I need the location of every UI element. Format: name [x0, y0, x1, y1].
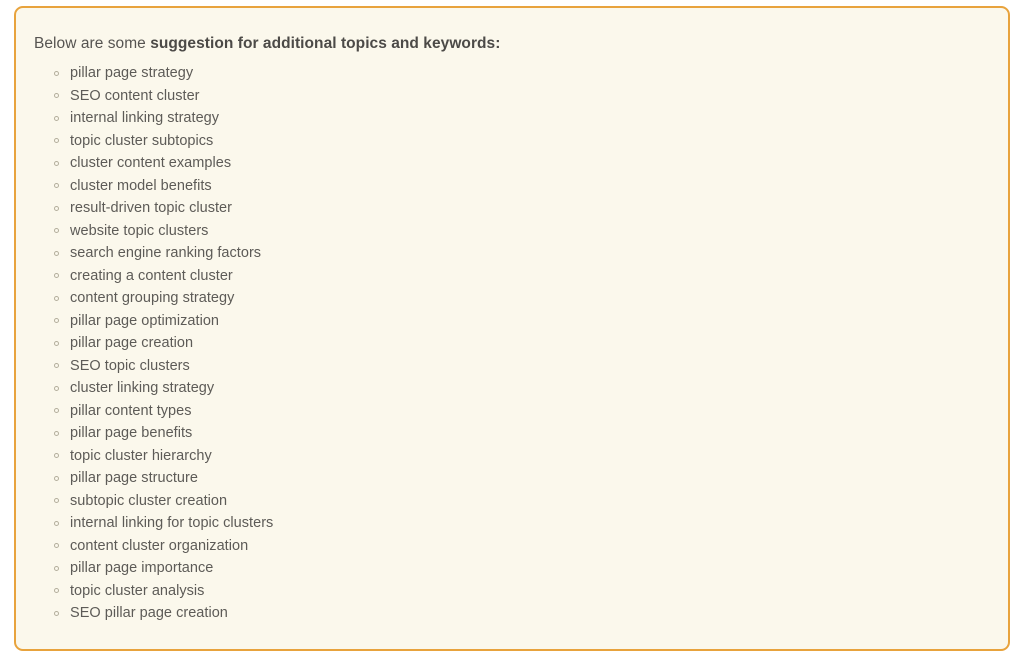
- keyword-list-item: pillar page importance: [54, 557, 1008, 580]
- keyword-list-item-label: pillar page creation: [70, 335, 194, 351]
- keyword-list-item: pillar content types: [54, 400, 1008, 423]
- keyword-list-item-label: website topic clusters: [70, 222, 209, 239]
- keyword-list-item: pillar page optimization: [54, 310, 1008, 333]
- keyword-list-item: content grouping strategy: [54, 287, 1008, 310]
- keyword-list-item-label: pillar page benefits: [70, 425, 193, 441]
- hollow-circle-bullet-icon: [54, 70, 59, 76]
- keyword-list-item-label: SEO pillar page creation: [70, 605, 228, 621]
- hollow-circle-bullet-icon: [54, 160, 59, 166]
- hollow-circle-bullet-icon: [54, 205, 59, 211]
- keyword-list-item: pillar page strategy: [54, 62, 1008, 85]
- keyword-list-item: cluster model benefits: [54, 175, 1008, 198]
- keyword-list-item-label: cluster linking strategy: [70, 380, 215, 396]
- keyword-list-item: topic cluster subtopics: [54, 130, 1008, 153]
- hollow-circle-bullet-icon: [54, 385, 59, 391]
- keyword-list-item-label: search engine ranking factors: [70, 245, 262, 261]
- keyword-suggestion-list: pillar page strategy SEO content cluster i…: [34, 62, 1008, 625]
- hollow-circle-bullet-icon: [54, 610, 59, 616]
- keyword-list-item-label: creating a content cluster: [70, 267, 233, 284]
- hollow-circle-bullet-icon: [54, 228, 59, 233]
- keyword-list-item: internal linking strategy: [54, 107, 1008, 130]
- hollow-circle-bullet-icon: [54, 340, 59, 346]
- keyword-list-item: SEO pillar page creation: [54, 602, 1008, 625]
- keyword-list-item: topic cluster hierarchy: [54, 445, 1008, 468]
- keyword-list-item-label: pillar page structure: [70, 470, 198, 486]
- keyword-list-item: cluster content examples: [54, 152, 1008, 175]
- hollow-circle-bullet-icon: [54, 273, 59, 278]
- keyword-list-item: result-driven topic cluster: [54, 197, 1008, 220]
- hollow-circle-bullet-icon: [54, 475, 59, 481]
- keyword-list-item-label: cluster model benefits: [70, 177, 212, 194]
- hollow-circle-bullet-icon: [54, 295, 59, 301]
- keyword-list-item: SEO topic clusters: [54, 355, 1008, 378]
- keyword-list-item-label: content grouping strategy: [70, 290, 235, 306]
- hollow-circle-bullet-icon: [54, 430, 59, 436]
- keyword-list-item: topic cluster analysis: [54, 580, 1008, 603]
- hollow-circle-bullet-icon: [54, 183, 59, 188]
- hollow-circle-bullet-icon: [54, 498, 59, 503]
- keyword-list-item-label: pillar page importance: [70, 560, 214, 576]
- hollow-circle-bullet-icon: [54, 408, 59, 413]
- keyword-list-item-label: topic cluster hierarchy: [70, 447, 212, 464]
- keyword-list-item-label: internal linking strategy: [70, 110, 220, 126]
- keyword-list-item: creating a content cluster: [54, 265, 1008, 288]
- keyword-list-item: internal linking for topic clusters: [54, 512, 1008, 535]
- hollow-circle-bullet-icon: [54, 138, 59, 143]
- suggestion-card-body: Below are some suggestion for additional…: [16, 8, 1008, 625]
- keyword-list-item-label: content cluster organization: [70, 537, 249, 554]
- keyword-list-item: subtopic cluster creation: [54, 490, 1008, 513]
- hollow-circle-bullet-icon: [54, 453, 59, 458]
- intro-heading-lead: Below are some: [34, 35, 151, 52]
- keyword-list-item-label: pillar page strategy: [70, 65, 194, 81]
- keyword-list-item-label: topic cluster analysis: [70, 582, 205, 599]
- keyword-list-item-label: SEO topic clusters: [70, 357, 190, 374]
- hollow-circle-bullet-icon: [54, 520, 59, 526]
- keyword-list-item: pillar page benefits: [54, 422, 1008, 445]
- hollow-circle-bullet-icon: [54, 543, 59, 548]
- keyword-list-item-label: subtopic cluster creation: [70, 492, 228, 509]
- keyword-list-item-label: topic cluster subtopics: [70, 132, 214, 149]
- keyword-list-item-label: pillar content types: [70, 402, 192, 419]
- keyword-list-item-label: internal linking for topic clusters: [70, 515, 274, 531]
- hollow-circle-bullet-icon: [54, 318, 59, 323]
- keyword-list-item-label: cluster content examples: [70, 155, 232, 171]
- hollow-circle-bullet-icon: [54, 93, 59, 98]
- keyword-list-item: SEO content cluster: [54, 85, 1008, 108]
- keyword-list-item-label: SEO content cluster: [70, 87, 200, 104]
- keyword-list-item: content cluster organization: [54, 535, 1008, 558]
- hollow-circle-bullet-icon: [54, 363, 59, 368]
- keyword-list-item: search engine ranking factors: [54, 242, 1008, 265]
- hollow-circle-bullet-icon: [54, 588, 59, 593]
- hollow-circle-bullet-icon: [54, 250, 59, 256]
- hollow-circle-bullet-icon: [54, 115, 59, 121]
- keyword-list-item: pillar page structure: [54, 467, 1008, 490]
- hollow-circle-bullet-icon: [54, 565, 59, 571]
- intro-heading: Below are some suggestion for additional…: [34, 34, 1008, 54]
- keyword-list-item-label: pillar page optimization: [70, 312, 220, 329]
- suggestion-card: Below are some suggestion for additional…: [14, 6, 1010, 651]
- intro-heading-emphasis: suggestion for additional topics and key…: [150, 35, 501, 52]
- keyword-list-item: cluster linking strategy: [54, 377, 1008, 400]
- keyword-list-item: website topic clusters: [54, 220, 1008, 243]
- keyword-list-item-label: result-driven topic cluster: [70, 200, 232, 216]
- keyword-list-item: pillar page creation: [54, 332, 1008, 355]
